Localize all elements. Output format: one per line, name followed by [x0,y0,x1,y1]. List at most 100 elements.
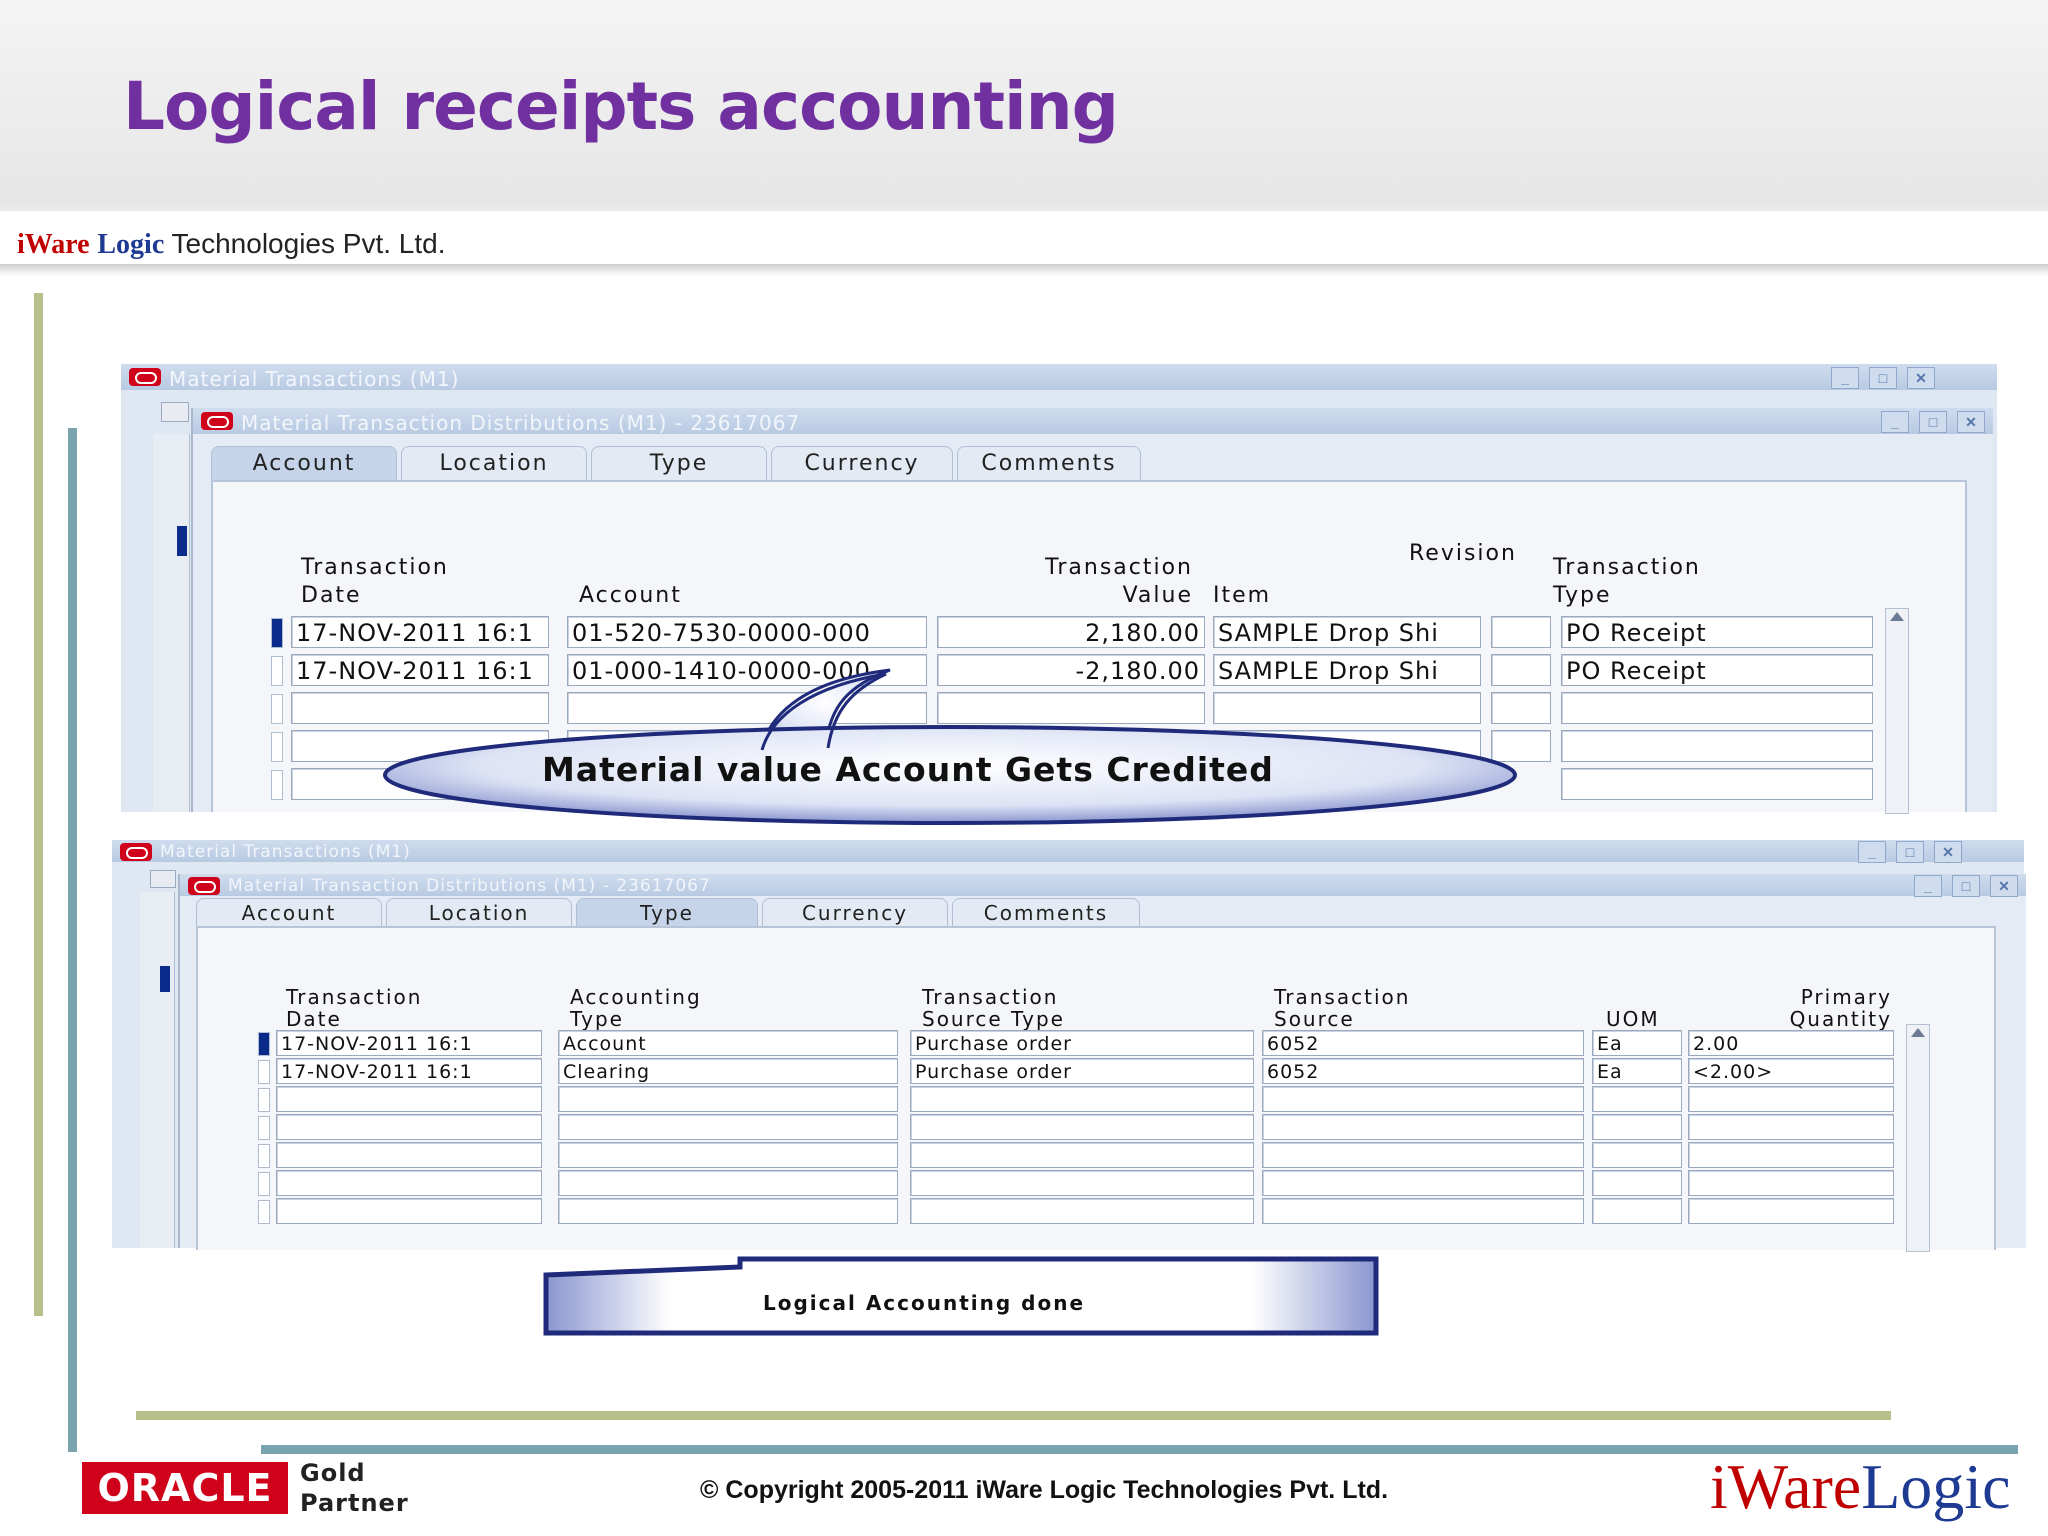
cell-source-type[interactable]: Purchase order [910,1030,1254,1056]
tab-comments[interactable]: Comments [957,446,1141,481]
folder-icon[interactable] [161,402,189,422]
cell-empty[interactable] [1592,1198,1682,1224]
maximize-icon[interactable]: □ [1952,875,1980,897]
row-selector[interactable] [258,1032,270,1056]
close-icon[interactable]: ✕ [1957,411,1985,433]
cell-empty[interactable] [1688,1170,1894,1196]
cell-empty[interactable] [1592,1142,1682,1168]
cell-source[interactable]: 6052 [1262,1030,1584,1056]
cell-primary-quantity[interactable]: 2.00 [1688,1030,1894,1056]
cell-source[interactable]: 6052 [1262,1058,1584,1084]
minimize-icon[interactable]: _ [1858,841,1886,863]
vertical-scrollbar[interactable] [1885,608,1909,814]
window1-outer-titlebar[interactable]: Material Transactions (M1) _ □ ✕ [121,364,1997,391]
maximize-icon[interactable]: □ [1896,841,1924,863]
cell-uom[interactable]: Ea [1592,1030,1682,1056]
cell-transaction-value[interactable]: 2,180.00 [937,616,1205,648]
cell-empty[interactable] [1262,1198,1584,1224]
window2-inner-titlebar[interactable]: Material Transaction Distributions (M1) … [180,874,2026,897]
cell-accounting-type[interactable]: Account [558,1030,898,1056]
tab-type[interactable]: Type [591,446,767,481]
cell-empty[interactable] [910,1170,1254,1196]
row-selector[interactable] [258,1200,270,1224]
cell-empty[interactable] [558,1198,898,1224]
tab-currency[interactable]: Currency [771,446,953,481]
tab-location[interactable]: Location [386,898,572,927]
row-selector[interactable] [258,1172,270,1196]
cell-empty[interactable] [558,1170,898,1196]
cell-empty[interactable] [910,1086,1254,1112]
oracle-logo: ORACLE [82,1462,288,1514]
cell-revision[interactable] [1491,616,1551,648]
cell-empty[interactable] [558,1114,898,1140]
row-selector[interactable] [258,1088,270,1112]
cell-empty[interactable] [276,1142,542,1168]
window1-left-marker [177,526,187,556]
row-selector[interactable] [258,1060,270,1084]
cell-transaction-date[interactable]: 17-NOV-2011 16:1 [276,1058,542,1084]
cell-primary-quantity[interactable]: <2.00> [1688,1058,1894,1084]
cell-empty[interactable] [1262,1086,1584,1112]
cell-empty[interactable] [910,1198,1254,1224]
cell-empty[interactable] [1592,1086,1682,1112]
tab-comments[interactable]: Comments [952,898,1140,927]
tab-account[interactable]: Account [211,446,397,481]
company-name: iWare Logic Technologies Pvt. Ltd. [17,228,445,261]
close-icon[interactable]: ✕ [1907,367,1935,389]
tab-currency[interactable]: Currency [762,898,948,927]
row-selector[interactable] [258,1144,270,1168]
tab-account[interactable]: Account [196,898,382,927]
tab-location[interactable]: Location [401,446,587,481]
vertical-scrollbar[interactable] [1906,1024,1930,1252]
minimize-icon[interactable]: _ [1881,411,1909,433]
cell-accounting-type[interactable]: Clearing [558,1058,898,1084]
cell-empty[interactable] [1561,730,1873,762]
row-selector[interactable] [271,770,283,800]
minimize-icon[interactable]: _ [1831,367,1859,389]
cell-empty[interactable] [276,1170,542,1196]
cell-empty[interactable] [1262,1142,1584,1168]
cell-uom[interactable]: Ea [1592,1058,1682,1084]
cell-empty[interactable] [558,1142,898,1168]
cell-empty[interactable] [1561,768,1873,800]
cell-empty[interactable] [910,1114,1254,1140]
cell-transaction-type[interactable]: PO Receipt [1561,654,1873,686]
cell-item[interactable]: SAMPLE Drop Shi [1213,616,1481,648]
cell-empty[interactable] [276,1114,542,1140]
cell-empty[interactable] [1262,1170,1584,1196]
window1-inner-titlebar[interactable]: Material Transaction Distributions (M1) … [193,408,1993,435]
scroll-up-icon[interactable] [1890,612,1904,621]
tab-type[interactable]: Type [576,898,758,927]
cell-empty[interactable] [1688,1142,1894,1168]
cell-transaction-date[interactable]: 17-NOV-2011 16:1 [291,616,549,648]
window2-outer-titlebar[interactable]: Material Transactions (M1) _ □ ✕ [112,840,2024,863]
row-selector[interactable] [271,618,283,648]
cell-account[interactable]: 01-520-7530-0000-000 [567,616,927,648]
cell-empty[interactable] [1688,1114,1894,1140]
cell-empty[interactable] [1688,1086,1894,1112]
maximize-icon[interactable]: □ [1869,367,1897,389]
row-selector[interactable] [271,656,283,686]
close-icon[interactable]: ✕ [1990,875,2018,897]
row-selector[interactable] [258,1116,270,1140]
row-selector[interactable] [271,694,283,724]
cell-empty[interactable] [276,1086,542,1112]
folder-icon[interactable] [150,870,176,888]
header-divider [0,205,2048,211]
cell-source-type[interactable]: Purchase order [910,1058,1254,1084]
maximize-icon[interactable]: □ [1919,411,1947,433]
cell-transaction-type[interactable]: PO Receipt [1561,616,1873,648]
cell-empty[interactable] [558,1086,898,1112]
scroll-up-icon[interactable] [1911,1028,1925,1037]
cell-empty[interactable] [1262,1114,1584,1140]
cell-empty[interactable] [1561,692,1873,724]
cell-empty[interactable] [1592,1170,1682,1196]
close-icon[interactable]: ✕ [1934,841,1962,863]
minimize-icon[interactable]: _ [1914,875,1942,897]
cell-empty[interactable] [1592,1114,1682,1140]
cell-empty[interactable] [276,1198,542,1224]
cell-empty[interactable] [910,1142,1254,1168]
cell-empty[interactable] [1688,1198,1894,1224]
row-selector[interactable] [271,732,283,762]
cell-transaction-date[interactable]: 17-NOV-2011 16:1 [276,1030,542,1056]
